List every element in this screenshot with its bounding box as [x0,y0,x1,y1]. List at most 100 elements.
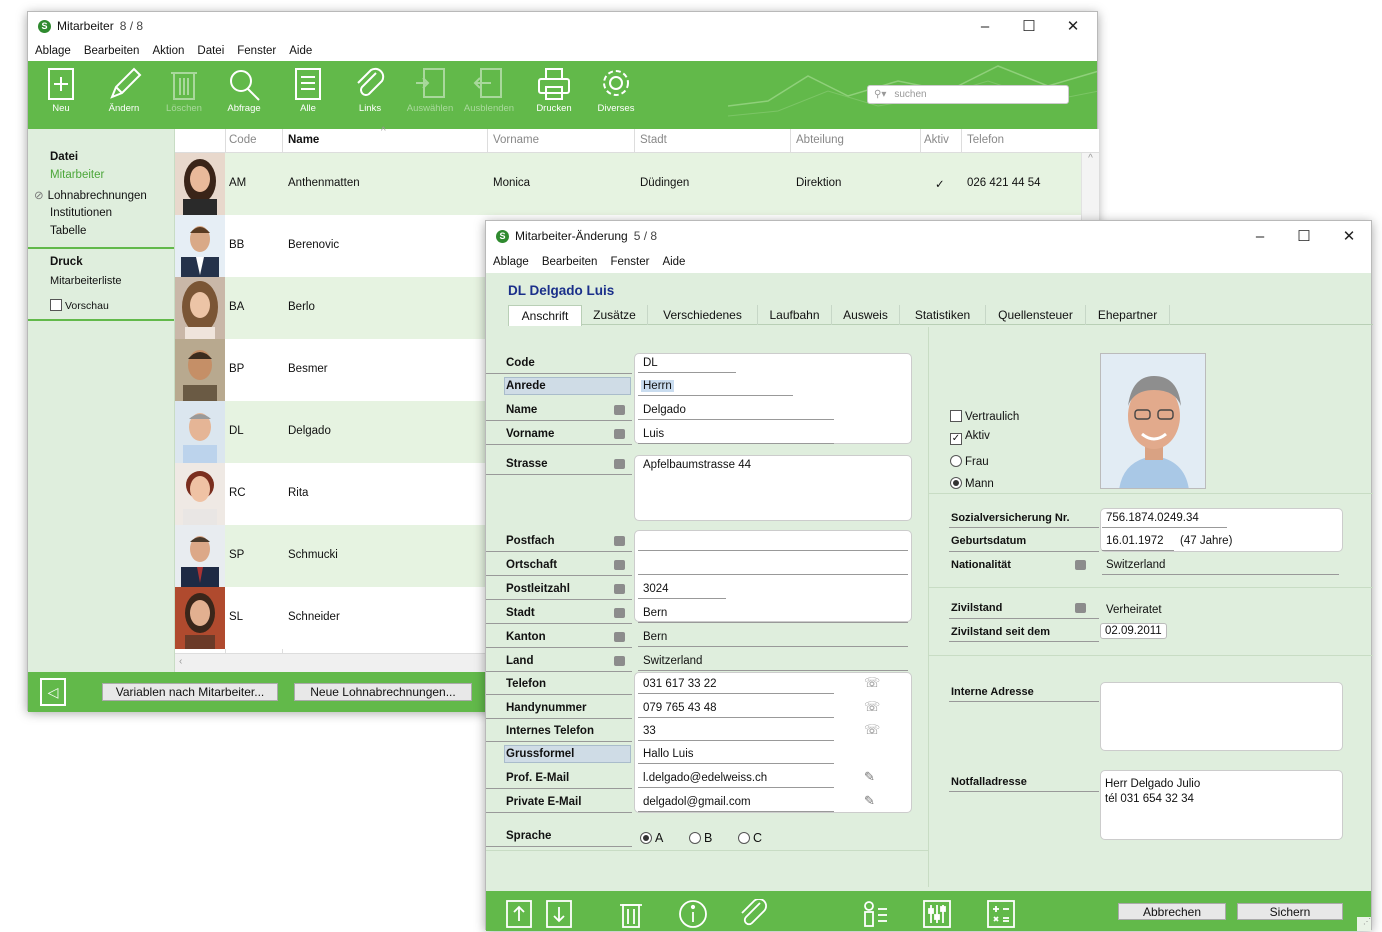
lookup-icon[interactable] [614,429,625,439]
variables-button[interactable]: Variablen nach Mitarbeiter... [102,683,278,701]
compose-email-icon[interactable]: ✎ [864,769,875,785]
prof-email-field[interactable]: l.delgado@edelweiss.ch [643,772,767,784]
sidebar-item-lohnabrechnungen[interactable]: ⊘ Lohnabrechnungen [34,188,147,202]
preview-checkbox[interactable]: Vorschau [50,299,109,312]
close-button[interactable]: ✕ [1326,222,1372,250]
notfalladresse-field[interactable]: Herr Delgado Julio tél 031 654 32 34 [1100,770,1343,840]
tab-anschrift[interactable]: Anschrift [508,305,582,326]
confidential-checkbox[interactable]: Vertraulich [950,410,1019,423]
menu-ablage[interactable]: Ablage [35,45,71,57]
menu-fenster[interactable]: Fenster [610,256,649,268]
trash-icon[interactable] [616,899,646,929]
tab-ausweis[interactable]: Ausweis [832,305,900,325]
ahv-field[interactable]: 756.1874.0249.34 [1106,512,1199,524]
gender-radio-mann[interactable]: Mann [950,477,994,490]
column-header-name[interactable]: Name [288,134,319,146]
column-header-code[interactable]: Code [229,134,257,146]
menu-aide[interactable]: Aide [662,256,685,268]
menu-ablage[interactable]: Ablage [493,256,529,268]
paperclip-icon[interactable] [738,898,768,929]
menu-aide[interactable]: Aide [289,45,312,57]
menu-aktion[interactable]: Aktion [152,45,184,57]
toolbar-edit-button[interactable]: Ändern [102,67,146,114]
cancel-button[interactable]: Abbrechen [1118,903,1226,920]
toolbar-links-button[interactable]: Links [348,67,392,114]
toolbar-query-button[interactable]: Abfrage [222,67,266,114]
language-radio-b[interactable]: B [689,831,712,845]
menu-bearbeiten[interactable]: Bearbeiten [84,45,140,57]
collapse-sidebar-icon[interactable]: ◁ [40,678,66,706]
search-input[interactable]: ⚲▾ suchen [867,85,1069,104]
postleitzahl-field[interactable]: 3024 [643,583,669,595]
phone-call-icon[interactable]: ☏ [864,722,880,738]
sliders-icon[interactable] [922,899,952,929]
language-radio-a[interactable]: A [640,831,663,845]
phone-call-icon[interactable]: ☏ [864,675,880,691]
toolbar-select-button[interactable]: Auswählen [402,67,458,114]
sidebar-item-institutionen[interactable]: Institutionen [50,207,112,219]
column-header-aktiv[interactable]: Aktiv [924,134,949,146]
column-header-vorname[interactable]: Vorname [493,134,539,146]
employee-photo-large[interactable] [1100,353,1206,489]
lookup-icon[interactable] [614,560,625,570]
phone-call-icon[interactable]: ☏ [864,699,880,715]
tab-zusaetze[interactable]: Zusätze [582,305,648,325]
lookup-icon[interactable] [1075,560,1086,570]
maximize-button[interactable]: ☐ [1281,222,1327,250]
sidebar-item-mitarbeiterliste[interactable]: Mitarbeiterliste [50,275,122,287]
toolbar-new-button[interactable]: Neu [42,67,80,114]
lookup-icon[interactable] [614,459,625,469]
internes-telefon-field[interactable]: 33 [643,725,656,737]
person-list-icon[interactable] [860,899,890,929]
maximize-button[interactable]: ☐ [1006,12,1052,40]
minimize-button[interactable]: – [962,12,1008,40]
language-radio-c[interactable]: C [738,831,762,845]
nationalitaet-field[interactable]: Switzerland [1106,559,1165,571]
toolbar-delete-button[interactable]: Löschen [162,67,206,114]
lookup-icon[interactable] [614,405,625,415]
lookup-icon[interactable] [614,536,625,546]
previous-record-icon[interactable] [504,899,534,929]
handynummer-field[interactable]: 079 765 43 48 [643,702,717,714]
gender-radio-frau[interactable]: Frau [950,455,989,468]
private-email-field[interactable]: delgadol@gmail.com [643,796,751,808]
lookup-icon[interactable] [614,656,625,666]
interne-adresse-field[interactable] [1100,682,1343,751]
menu-fenster[interactable]: Fenster [237,45,276,57]
menu-datei[interactable]: Datei [197,45,224,57]
sidebar-item-tabelle[interactable]: Tabelle [50,225,86,237]
vorname-field[interactable]: Luis [643,428,664,440]
tab-verschiedenes[interactable]: Verschiedenes [648,305,758,325]
toolbar-misc-button[interactable]: Diverses [592,67,640,114]
zivilstand-seit-field[interactable]: 02.09.2011 [1100,623,1167,639]
minimize-button[interactable]: – [1237,222,1283,250]
tab-laufbahn[interactable]: Laufbahn [758,305,832,325]
strasse-field[interactable]: Apfelbaumstrasse 44 [643,459,751,471]
zivilstand-field[interactable]: Verheiratet [1106,604,1162,616]
lookup-icon[interactable] [614,608,625,618]
column-header-telefon[interactable]: Telefon [967,134,1004,146]
sidebar-item-mitarbeiter[interactable]: Mitarbeiter [50,169,104,181]
toolbar-all-button[interactable]: Alle [286,67,330,114]
land-field[interactable]: Switzerland [643,655,702,667]
save-button[interactable]: Sichern [1237,903,1343,920]
calculator-icon[interactable] [986,899,1016,929]
grussformel-field[interactable]: Hallo Luis [643,748,694,760]
tab-statistiken[interactable]: Statistiken [900,305,986,325]
tab-ehepartner[interactable]: Ehepartner [1086,305,1170,325]
toolbar-print-button[interactable]: Drucken [532,67,576,114]
anrede-field[interactable]: Herrn [641,380,674,392]
stadt-field[interactable]: Bern [643,607,667,619]
column-header-stadt[interactable]: Stadt [640,134,667,146]
table-row[interactable]: AM Anthenmatten Monica Düdingen Direktio… [175,153,1099,215]
telefon-field[interactable]: 031 617 33 22 [643,678,717,690]
close-button[interactable]: ✕ [1050,12,1096,40]
toolbar-hide-button[interactable]: Ausblenden [460,67,518,114]
info-icon[interactable] [678,899,708,929]
lookup-icon[interactable] [1075,603,1086,613]
geburtsdatum-field[interactable]: 16.01.1972 [1106,535,1164,547]
tab-quellensteuer[interactable]: Quellensteuer [986,305,1086,325]
code-field[interactable]: DL [643,357,658,369]
compose-email-icon[interactable]: ✎ [864,793,875,809]
next-record-icon[interactable] [544,899,574,929]
